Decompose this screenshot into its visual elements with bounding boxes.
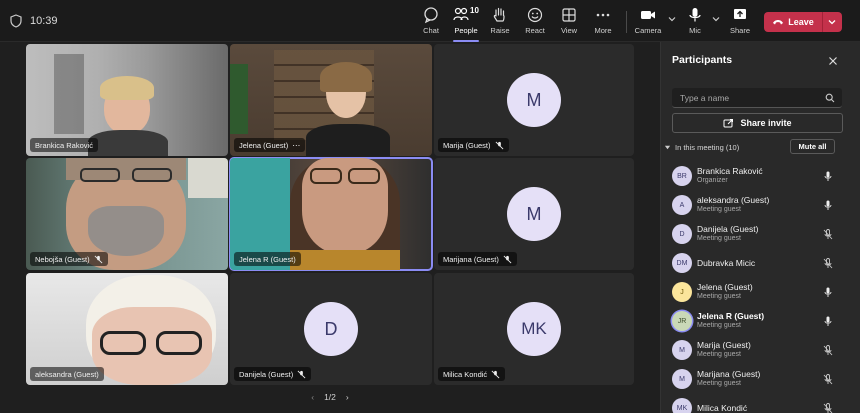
participant-row[interactable]: DM Dubravka Micic	[661, 249, 860, 277]
page-indicator: 1/2	[324, 392, 336, 402]
chat-icon	[424, 7, 438, 24]
participant-row[interactable]: J Jelena (Guest) Meeting guest	[661, 278, 860, 306]
avatar-tile[interactable]: M Marijana (Guest)	[434, 158, 634, 270]
participant-nametag: Brankica Raković	[30, 138, 98, 152]
avatar: M	[507, 73, 561, 127]
avatar: DM	[672, 253, 692, 273]
participant-nametag: Jelena R (Guest)	[234, 252, 301, 266]
camera-icon	[641, 11, 655, 19]
participant-nametag: Milica Kondić	[438, 367, 506, 381]
camera-button[interactable]: Camera	[628, 6, 668, 38]
leave-separator	[822, 12, 823, 32]
avatar: J	[672, 282, 692, 302]
participants-panel: Participants Share invite In this meetin…	[660, 42, 860, 413]
mic-off-icon	[823, 258, 833, 269]
participant-search	[672, 88, 842, 108]
avatar: MK	[507, 302, 561, 356]
more-icon	[596, 13, 610, 17]
avatar: M	[507, 187, 561, 241]
chevron-down-icon	[664, 145, 671, 150]
leave-button[interactable]: Leave	[764, 12, 822, 32]
mic-off-icon	[297, 370, 306, 378]
panel-title: Participants	[672, 54, 733, 66]
mic-off-icon	[491, 370, 500, 378]
participant-nametag: Nebojša (Guest)	[30, 252, 108, 266]
hand-icon	[493, 7, 505, 22]
mic-off-icon	[823, 229, 833, 240]
search-icon	[825, 93, 835, 103]
next-page-icon[interactable]: ›	[346, 392, 349, 402]
shield-icon	[10, 14, 22, 28]
participant-row[interactable]: MK Milica Kondić	[661, 394, 860, 413]
leave-button-group: Leave	[764, 12, 842, 32]
video-tile[interactable]: Nebojša (Guest)	[26, 158, 228, 270]
share-screen-icon	[734, 9, 746, 19]
video-tile[interactable]: aleksandra (Guest)	[26, 273, 228, 385]
search-input[interactable]	[680, 91, 820, 105]
gallery-pager: ‹ 1/2 ›	[300, 390, 360, 404]
previous-page-icon[interactable]: ‹	[311, 392, 314, 402]
participant-nametag: aleksandra (Guest)	[30, 367, 104, 381]
video-tile-speaking[interactable]: Jelena R (Guest)	[229, 157, 433, 271]
avatar: D	[672, 224, 692, 244]
avatar-tile[interactable]: MK Milica Kondić	[434, 273, 634, 385]
microphone-icon	[689, 8, 701, 22]
participant-row[interactable]: BR Brankica Raković Organizer	[661, 162, 860, 190]
avatar: JR	[672, 311, 692, 331]
mic-off-icon	[823, 403, 833, 413]
more-button[interactable]: More	[583, 6, 623, 38]
mic-off-icon	[495, 141, 503, 149]
more-options-icon[interactable]: ⋯	[292, 141, 300, 150]
microphone-icon	[824, 200, 832, 210]
avatar-tile[interactable]: D Danijela (Guest)	[230, 273, 432, 385]
share-invite-icon	[723, 119, 734, 128]
avatar: BR	[672, 166, 692, 186]
participant-nametag: Marijana (Guest)	[438, 252, 517, 266]
toolbar-divider	[626, 11, 627, 33]
share-invite-button[interactable]: Share invite	[672, 113, 843, 133]
participant-row-speaking[interactable]: JR Jelena R (Guest) Meeting guest	[661, 307, 860, 335]
avatar: M	[672, 369, 692, 389]
microphone-icon	[824, 171, 832, 181]
raise-hand-button[interactable]: Raise	[480, 6, 520, 38]
mic-button[interactable]: Mic	[675, 6, 715, 38]
mic-off-icon	[823, 374, 833, 385]
grid-icon	[562, 8, 576, 22]
avatar: D	[304, 302, 358, 356]
meeting-toolbar: 10:39 Chat 10 People Raise React View Mo…	[0, 0, 860, 42]
participant-row[interactable]: M Marija (Guest) Meeting guest	[661, 336, 860, 364]
leave-options-chevron-icon[interactable]	[826, 17, 838, 27]
participant-row[interactable]: M Marijana (Guest) Meeting guest	[661, 365, 860, 393]
participant-row[interactable]: D Danijela (Guest) Meeting guest	[661, 220, 860, 248]
phone-hangup-icon	[773, 20, 784, 25]
smiley-icon	[527, 7, 543, 23]
mic-off-icon	[503, 255, 512, 263]
participant-row[interactable]: A aleksandra (Guest) Meeting guest	[661, 191, 860, 219]
mute-all-button[interactable]: Mute all	[790, 139, 835, 154]
avatar: A	[672, 195, 692, 215]
video-stage: Brankica Raković Jelena (Guest) ⋯ M Marij…	[0, 42, 658, 413]
participant-nametag: Danijela (Guest)	[234, 367, 312, 381]
chat-button[interactable]: Chat	[411, 6, 451, 38]
share-button[interactable]: Share	[720, 6, 760, 38]
participant-nametag: Marija (Guest)	[438, 138, 509, 152]
avatar: MK	[672, 398, 692, 413]
mic-off-icon	[94, 255, 103, 263]
meeting-timer: 10:39	[30, 15, 58, 27]
video-tile[interactable]: Brankica Raković	[26, 44, 228, 156]
people-icon	[453, 7, 469, 21]
people-count: 10	[470, 6, 479, 15]
close-icon[interactable]	[828, 56, 838, 66]
microphone-icon	[824, 287, 832, 297]
participant-nametag: Jelena (Guest) ⋯	[234, 138, 306, 152]
video-tile[interactable]: Jelena (Guest) ⋯	[230, 44, 432, 156]
in-meeting-section-toggle[interactable]: In this meeting (10)	[664, 143, 739, 152]
avatar-tile[interactable]: M Marija (Guest)	[434, 44, 634, 156]
microphone-icon	[824, 316, 832, 326]
mic-off-icon	[823, 345, 833, 356]
avatar: M	[672, 340, 692, 360]
